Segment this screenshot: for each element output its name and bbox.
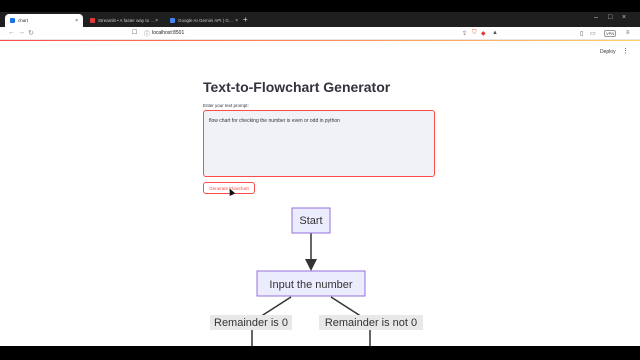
flow-node-start: Start [291,207,331,234]
flow-edge-label-right-text: Remainder is not 0 [325,317,417,329]
flow-edge-label-left: Remainder is 0 [210,315,292,330]
flow-node-input: Input the number [256,270,366,297]
flow-edge-label-right: Remainder is not 0 [319,315,423,330]
flow-node-input-label: Input the number [269,279,353,291]
flow-node-start-label: Start [299,215,322,227]
flowchart: Start Input the number Remainder is 0 Re… [210,207,423,346]
flow-edge-label-left-text: Remainder is 0 [214,317,288,329]
browser-window: chart × Streamlit • A faster way to buil… [0,12,640,346]
